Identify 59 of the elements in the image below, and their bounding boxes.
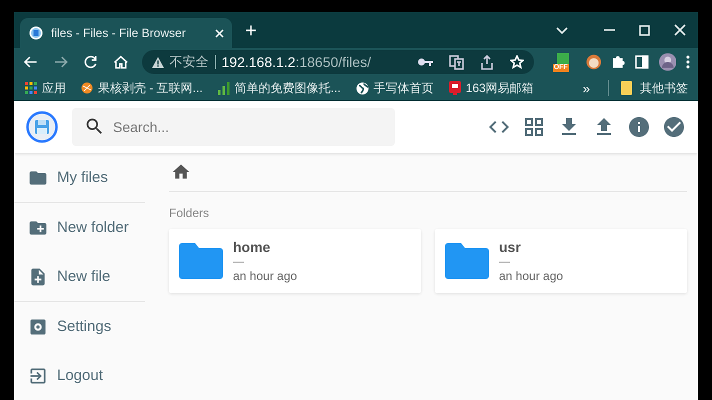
sidebar-item[interactable]: My files xyxy=(57,169,108,186)
address-bar[interactable]: 不安全 192.168.1.2:18650/files/ xyxy=(142,50,534,74)
share-icon[interactable] xyxy=(480,54,494,70)
reload-icon[interactable] xyxy=(84,55,98,69)
key-icon[interactable] xyxy=(418,58,433,66)
new-tab-button[interactable]: + xyxy=(240,19,262,43)
modified-time: an hour ago xyxy=(233,269,298,283)
bookmark-link[interactable]: 应用 xyxy=(42,80,66,96)
folder-icon xyxy=(179,243,223,279)
folder-icon xyxy=(445,243,489,279)
modified-time: an hour ago xyxy=(499,269,564,283)
chevron-down-icon[interactable] xyxy=(556,26,568,34)
mail-icon xyxy=(448,81,461,95)
bookmark-link[interactable]: 手写体首页 xyxy=(374,80,434,96)
face-extension-icon[interactable] xyxy=(586,54,602,70)
info-icon[interactable] xyxy=(627,115,651,139)
sidebar-item[interactable]: New folder xyxy=(57,219,129,236)
sidebar-item[interactable]: New file xyxy=(57,268,110,285)
floppy-favicon xyxy=(29,26,43,40)
folder-card[interactable]: home — an hour ago xyxy=(169,229,421,293)
logo-icon[interactable] xyxy=(26,111,58,143)
home-icon[interactable] xyxy=(114,55,128,69)
logout-icon xyxy=(28,366,48,386)
folder-name: usr xyxy=(499,239,522,255)
folder-card[interactable]: usr — an hour ago xyxy=(435,229,687,293)
folder-size: — xyxy=(499,256,511,268)
close-icon[interactable] xyxy=(674,24,686,36)
grid-view-icon[interactable] xyxy=(522,115,546,139)
apps-icon xyxy=(25,82,37,94)
globe-icon xyxy=(356,82,369,94)
sidebar-item[interactable]: Logout xyxy=(57,367,103,384)
search-field[interactable]: Search... xyxy=(72,108,395,146)
settings-icon xyxy=(28,316,48,336)
bookmark-link[interactable]: 简单的免费图像托... xyxy=(234,80,341,96)
maximize-icon[interactable] xyxy=(639,24,650,36)
warning-icon xyxy=(152,56,164,68)
bar-chart-icon xyxy=(218,82,230,94)
folder-size: — xyxy=(233,256,245,268)
bookmark-link[interactable]: 其他书签 xyxy=(640,80,688,96)
security-label: 不安全 xyxy=(170,53,208,71)
url-text: 192.168.1.2:18650/files/ xyxy=(222,54,372,70)
puzzle-icon[interactable] xyxy=(611,55,625,69)
folder-name: home xyxy=(233,239,272,255)
star-icon[interactable] xyxy=(510,55,524,69)
circle-logo-icon xyxy=(81,82,93,94)
folder-icon xyxy=(621,81,632,95)
section-title: Folders xyxy=(169,206,210,220)
translate-icon[interactable] xyxy=(448,54,464,70)
sidebar-item[interactable]: Settings xyxy=(57,318,112,335)
avatar-icon[interactable] xyxy=(658,53,676,71)
bookmark-link[interactable]: 果核剥壳 - 互联网... xyxy=(98,80,203,96)
search-icon xyxy=(84,116,105,137)
menu-icon[interactable] xyxy=(686,55,690,69)
back-arrow-icon[interactable] xyxy=(23,55,38,69)
forward-arrow-icon[interactable] xyxy=(54,55,68,69)
bookmark-link[interactable]: 163网易邮箱 xyxy=(466,80,534,96)
sidebar-icon[interactable] xyxy=(634,55,649,69)
more-bookmarks-button[interactable]: » xyxy=(582,80,590,96)
browser-tab[interactable]: files - Files - File Browser xyxy=(20,18,232,48)
